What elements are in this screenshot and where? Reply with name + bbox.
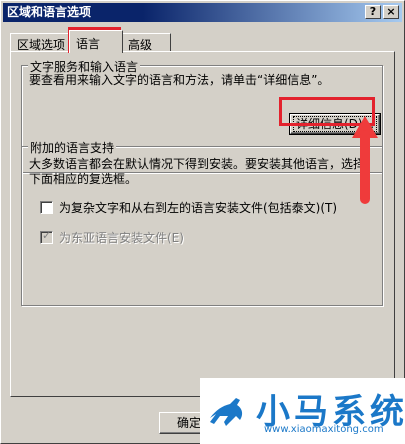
help-button[interactable]: ? [365,5,381,19]
tab-advanced[interactable]: 高级 [121,33,171,52]
supplemental-language-group: 附加的语言支持 大多数语言都会在默认情况下得到安装。要安装其他语言，选择 下面相… [21,139,383,306]
supplemental-description-line1: 大多数语言都会在默认情况下得到安装。要安装其他语言，选择 [29,157,366,171]
tab-regional-options[interactable]: 区域选项 [10,33,71,52]
complex-script-option[interactable]: 为复杂文字和从右到左的语言安装文件(包括泰文)(T) [40,199,337,215]
watermark: 小马系统 www.xiaomaxitong.com [200,378,405,444]
east-asian-label: 为东亚语言安装文件(E) [59,231,184,245]
text-services-description: 要查看用来输入文字的语言和方法，请单击“详细信息”。 [29,73,330,87]
tab-languages[interactable]: 语言 [69,30,123,53]
close-button[interactable]: × [383,5,399,19]
supplemental-legend: 附加的语言支持 [28,139,117,156]
complex-script-checkbox[interactable] [40,201,53,214]
arrow-shaft [360,130,370,204]
window-title: 区域和语言选项 [7,5,92,19]
title-bar[interactable]: 区域和语言选项 ? × [3,3,402,22]
watermark-url: www.xiaomaxitong.com [264,424,384,435]
east-asian-checkbox[interactable]: ✓ [40,229,53,244]
complex-script-label: 为复杂文字和从右到左的语言安装文件(包括泰文)(T) [59,201,338,215]
horse-logo-icon [210,398,243,426]
checkmark-icon: ✓ [42,229,52,242]
supplemental-description-line2: 下面相应的复选框。 [29,172,138,186]
east-asian-option[interactable]: ✓ 为东亚语言安装文件(E) [40,229,184,245]
